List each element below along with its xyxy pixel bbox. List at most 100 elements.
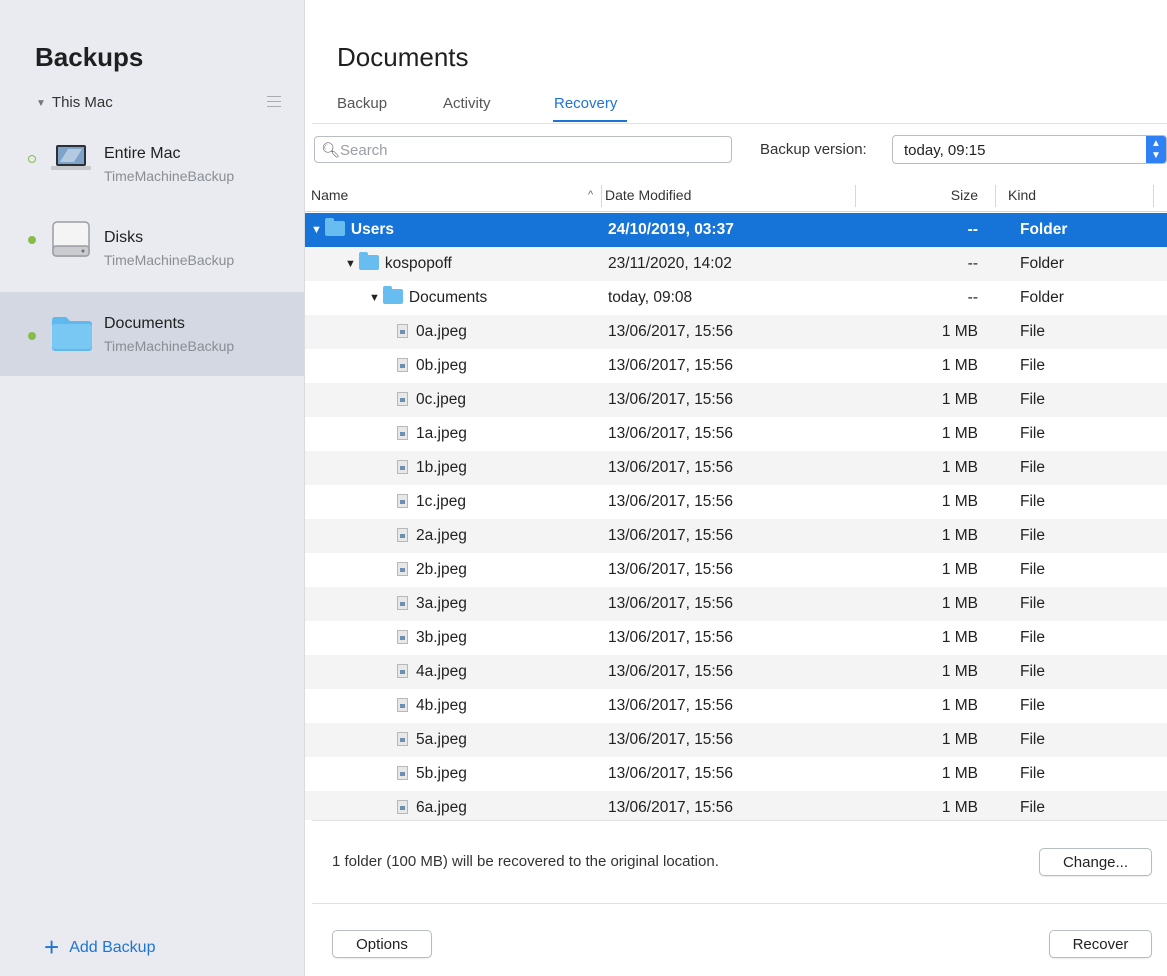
table-row[interactable]: ▼ kospopoff 23/11/2020, 14:02 -- Folder: [305, 247, 1167, 281]
sidebar-item-entire-mac[interactable]: Entire Mac TimeMachineBackup: [0, 118, 304, 202]
cell-date-modified: 23/11/2020, 14:02: [608, 255, 732, 272]
table-row[interactable]: 4b.jpeg 13/06/2017, 15:56 1 MB File: [305, 689, 1167, 723]
cell-name: 5a.jpeg: [397, 731, 467, 749]
search-input[interactable]: [340, 140, 720, 160]
disclosure-triangle-icon[interactable]: ▼: [345, 258, 356, 270]
cell-name: 0b.jpeg: [397, 357, 467, 375]
status-dot-icon: [28, 236, 36, 244]
cell-kind: Folder: [1020, 255, 1064, 272]
cell-size: 1 MB: [941, 663, 978, 680]
file-name: 3b.jpeg: [416, 629, 467, 646]
change-location-button[interactable]: Change...: [1039, 848, 1152, 876]
table-row[interactable]: 1b.jpeg 13/06/2017, 15:56 1 MB File: [305, 451, 1167, 485]
cell-name: 3b.jpeg: [397, 629, 467, 647]
column-divider: [995, 185, 996, 207]
cell-name: 0a.jpeg: [397, 323, 467, 341]
add-backup-button[interactable]: + Add Backup: [44, 932, 155, 963]
table-row[interactable]: 2b.jpeg 13/06/2017, 15:56 1 MB File: [305, 553, 1167, 587]
cell-size: 1 MB: [941, 357, 978, 374]
table-row[interactable]: 6a.jpeg 13/06/2017, 15:56 1 MB File: [305, 791, 1167, 820]
table-row[interactable]: 0c.jpeg 13/06/2017, 15:56 1 MB File: [305, 383, 1167, 417]
table-row[interactable]: 0a.jpeg 13/06/2017, 15:56 1 MB File: [305, 315, 1167, 349]
cell-date-modified: 13/06/2017, 15:56: [608, 391, 733, 408]
backup-version-select[interactable]: today, 09:15 ▲ ▼: [892, 135, 1167, 164]
image-file-icon: [397, 562, 408, 576]
cell-date-modified: 13/06/2017, 15:56: [608, 493, 733, 510]
status-dot-icon: [28, 332, 36, 340]
cell-name: 0c.jpeg: [397, 391, 466, 409]
cell-kind: File: [1020, 731, 1045, 748]
cell-kind: Folder: [1020, 289, 1064, 306]
tab-activity[interactable]: Activity: [443, 95, 491, 112]
table-row[interactable]: 3a.jpeg 13/06/2017, 15:56 1 MB File: [305, 587, 1167, 621]
cell-date-modified: 13/06/2017, 15:56: [608, 425, 733, 442]
file-name: 4b.jpeg: [416, 697, 467, 714]
table-row[interactable]: 5b.jpeg 13/06/2017, 15:56 1 MB File: [305, 757, 1167, 791]
file-name: Users: [350, 221, 394, 238]
table-row[interactable]: 3b.jpeg 13/06/2017, 15:56 1 MB File: [305, 621, 1167, 655]
search-box[interactable]: 🔍︎: [314, 136, 732, 163]
image-file-icon: [397, 494, 408, 508]
cell-name: 1c.jpeg: [397, 493, 466, 511]
sidebar-item-disks[interactable]: Disks TimeMachineBackup: [0, 206, 304, 290]
disclosure-triangle-icon[interactable]: ▼: [369, 292, 380, 304]
disclosure-triangle-icon[interactable]: ▼: [311, 224, 322, 236]
cell-kind: File: [1020, 561, 1045, 578]
options-button[interactable]: Options: [332, 930, 432, 958]
table-row[interactable]: 0b.jpeg 13/06/2017, 15:56 1 MB File: [305, 349, 1167, 383]
column-divider: [855, 185, 856, 207]
file-name: kospopoff: [384, 255, 452, 272]
cell-size: 1 MB: [941, 595, 978, 612]
file-name: 0c.jpeg: [416, 391, 466, 408]
cell-kind: File: [1020, 391, 1045, 408]
image-file-icon: [397, 766, 408, 780]
file-name: 6a.jpeg: [416, 799, 467, 816]
cell-date-modified: 13/06/2017, 15:56: [608, 731, 733, 748]
sidebar-item-destination: TimeMachineBackup: [104, 168, 235, 184]
cell-date-modified: 13/06/2017, 15:56: [608, 765, 733, 782]
disclosure-triangle-icon: ▼: [36, 98, 46, 109]
table-row[interactable]: 1a.jpeg 13/06/2017, 15:56 1 MB File: [305, 417, 1167, 451]
sidebar-item-documents[interactable]: Documents TimeMachineBackup: [0, 292, 304, 376]
column-header-name[interactable]: Name: [311, 187, 348, 203]
status-dot-icon: [28, 155, 36, 163]
file-name: 5a.jpeg: [416, 731, 467, 748]
sidebar-item-destination: TimeMachineBackup: [104, 338, 235, 354]
group-menu-icon[interactable]: [267, 96, 281, 111]
folder-icon: [382, 286, 403, 304]
cell-date-modified: 13/06/2017, 15:56: [608, 697, 733, 714]
table-row[interactable]: 5a.jpeg 13/06/2017, 15:56 1 MB File: [305, 723, 1167, 757]
tab-backup[interactable]: Backup: [337, 95, 387, 112]
column-header-kind[interactable]: Kind: [1008, 187, 1036, 203]
image-file-icon: [397, 800, 408, 814]
image-file-icon: [397, 698, 408, 712]
cell-size: 1 MB: [941, 527, 978, 544]
cell-size: 1 MB: [941, 799, 978, 816]
table-row[interactable]: ▼ Documents today, 09:08 -- Folder: [305, 281, 1167, 315]
cell-size: 1 MB: [941, 731, 978, 748]
divider: [312, 123, 1167, 124]
cell-date-modified: 24/10/2019, 03:37: [608, 221, 734, 238]
cell-size: 1 MB: [941, 459, 978, 476]
sidebar-item-label: Documents: [104, 315, 185, 332]
cell-name: 1a.jpeg: [397, 425, 467, 443]
cell-size: 1 MB: [941, 323, 978, 340]
file-name: 1c.jpeg: [416, 493, 466, 510]
sidebar-title: Backups: [35, 42, 144, 72]
table-row[interactable]: ▼ Users 24/10/2019, 03:37 -- Folder: [305, 213, 1167, 247]
cell-size: --: [967, 255, 978, 272]
file-name: Documents: [408, 289, 488, 306]
table-row[interactable]: 4a.jpeg 13/06/2017, 15:56 1 MB File: [305, 655, 1167, 689]
folder-icon: [358, 252, 379, 270]
table-row[interactable]: 2a.jpeg 13/06/2017, 15:56 1 MB File: [305, 519, 1167, 553]
column-header-date-modified[interactable]: Date Modified: [605, 187, 691, 203]
column-header-size[interactable]: Size: [951, 187, 978, 203]
table-row[interactable]: 1c.jpeg 13/06/2017, 15:56 1 MB File: [305, 485, 1167, 519]
cell-name: 6a.jpeg: [397, 799, 467, 817]
cell-size: 1 MB: [941, 391, 978, 408]
recover-button[interactable]: Recover: [1049, 930, 1152, 958]
add-backup-label: Add Backup: [69, 939, 156, 956]
sidebar-group-this-mac[interactable]: ▼ This Mac: [36, 94, 113, 111]
tab-recovery[interactable]: Recovery: [554, 95, 617, 112]
file-name: 0a.jpeg: [416, 323, 467, 340]
